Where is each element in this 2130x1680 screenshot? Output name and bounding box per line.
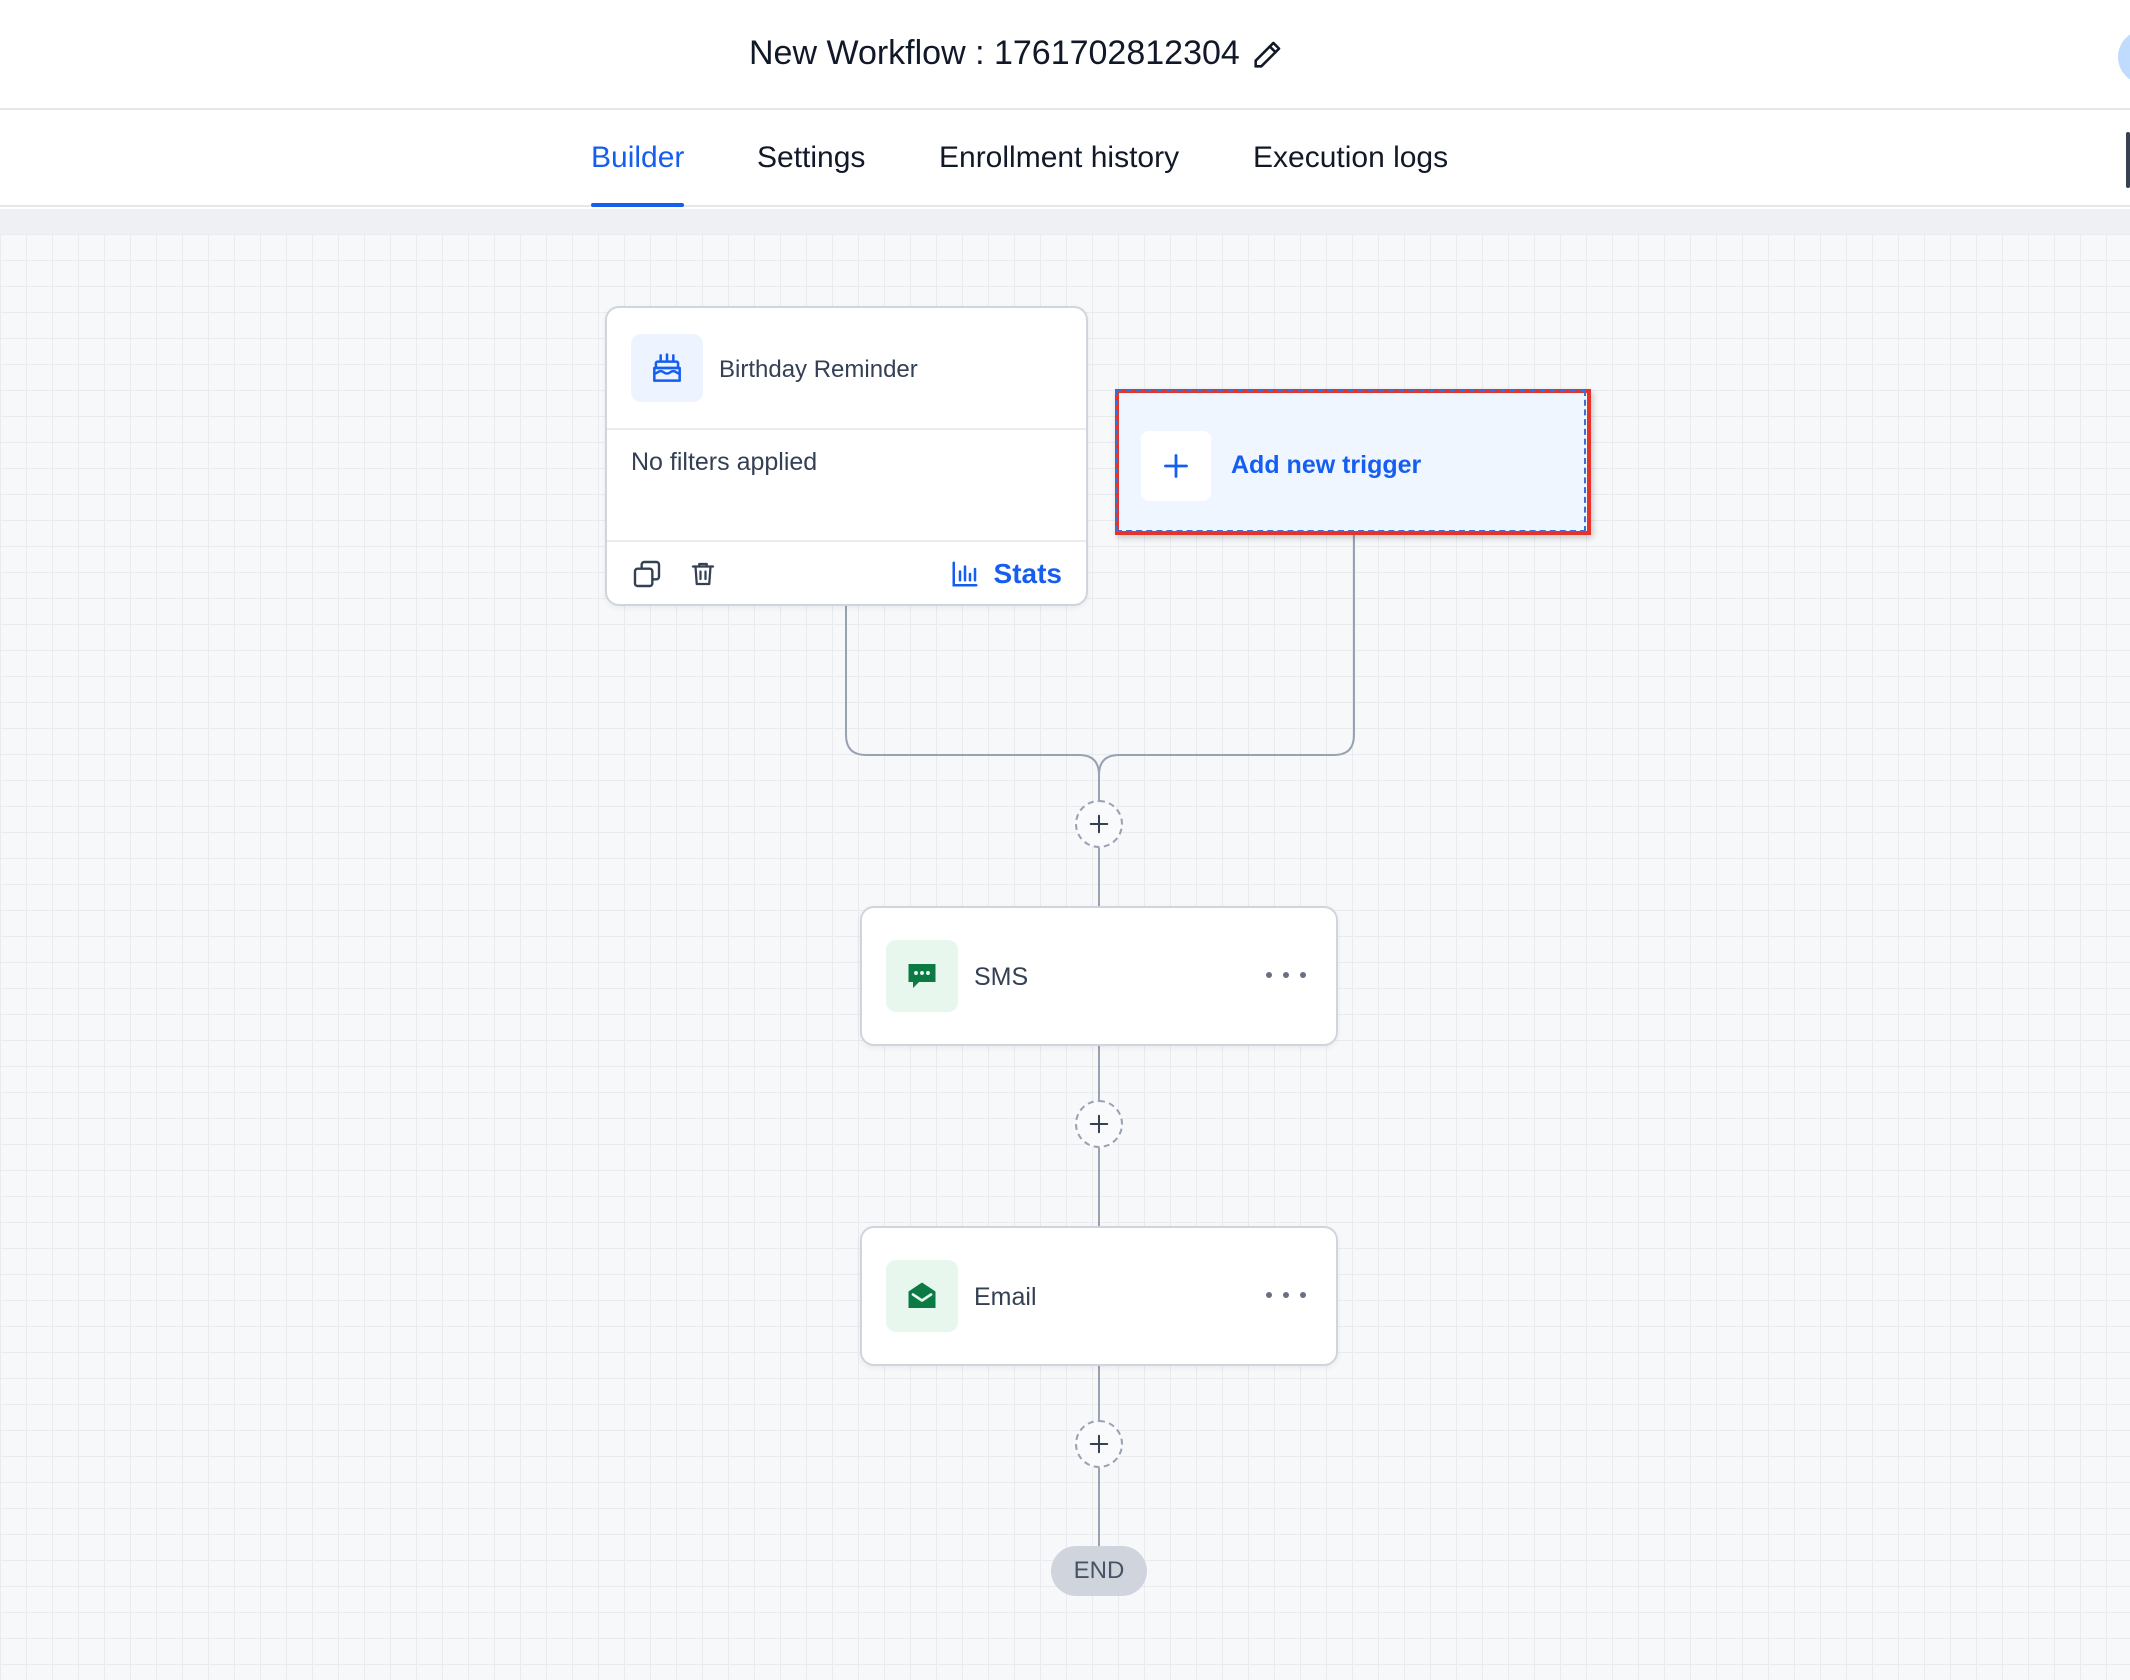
more-options-button[interactable] [1266, 1280, 1306, 1310]
bar-chart-icon [952, 561, 978, 587]
trigger-filters-text: No filters applied [631, 448, 818, 476]
trash-icon[interactable] [688, 558, 718, 590]
add-step-button[interactable] [1075, 1100, 1123, 1148]
add-new-trigger-label: Add new trigger [1231, 451, 1422, 479]
add-new-trigger-button[interactable]: Add new trigger [1115, 389, 1591, 535]
chat-bubble-icon [908, 964, 936, 988]
sms-icon-container [886, 940, 958, 1012]
copy-icon[interactable] [631, 558, 663, 590]
trigger-card-header: Birthday Reminder [607, 308, 1086, 430]
trigger-name: Birthday Reminder [719, 356, 918, 383]
plus-icon [1089, 814, 1109, 834]
plus-icon [1089, 1114, 1109, 1134]
action-label-sms: SMS [974, 963, 1029, 991]
add-step-button[interactable] [1075, 800, 1123, 848]
add-trigger-plus-box [1141, 431, 1211, 501]
plus-icon [1089, 1434, 1109, 1454]
action-card-sms[interactable]: SMS [860, 906, 1338, 1046]
connector-lines [845, 535, 1355, 1546]
more-options-button[interactable] [1266, 960, 1306, 990]
trigger-card-footer: Stats [607, 540, 1086, 604]
stats-label: Stats [993, 558, 1062, 589]
trigger-icon-container [631, 334, 703, 402]
cake-icon [653, 353, 681, 382]
action-card-email[interactable]: Email [860, 1226, 1338, 1366]
plus-icon [1164, 454, 1188, 478]
end-node: END [1051, 1546, 1147, 1596]
envelope-icon [908, 1282, 936, 1308]
add-step-button[interactable] [1075, 1420, 1123, 1468]
action-label-email: Email [974, 1283, 1037, 1311]
email-icon-container [886, 1260, 958, 1332]
trigger-card[interactable]: Birthday Reminder No filters applied Sta… [605, 306, 1088, 606]
stats-button[interactable]: Stats [950, 554, 1062, 594]
